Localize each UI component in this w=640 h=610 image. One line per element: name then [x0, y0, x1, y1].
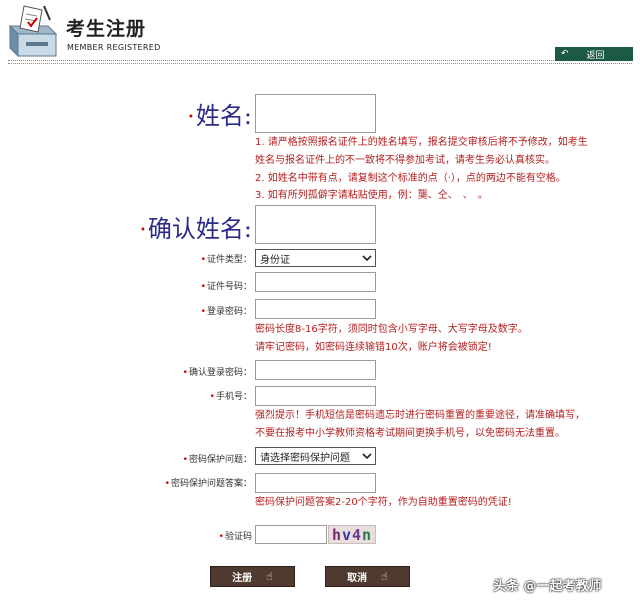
phone-label: •手机号： [209, 392, 252, 402]
required-marker: • [182, 368, 188, 378]
phone-note-line: 强烈提示！手机短信是密码遗忘时进行密码重置的重要途径，请准确填写， [255, 410, 585, 421]
name-note-line: 2. 如姓名中带有点，请复制这个标准的点（·），点的两边不能有空格。 [255, 173, 566, 184]
name-note-line: 姓名与报名证件上的不一致将不得参加考试，请考生务必认真核实。 [255, 155, 555, 166]
required-marker: • [209, 392, 215, 402]
back-button-label: 返回 [586, 50, 605, 61]
confirm-password-label: •确认登录密码： [182, 368, 252, 378]
pointer-hand-icon: ☝ [381, 570, 388, 583]
confirm-password-input[interactable] [255, 360, 376, 380]
required-marker: • [182, 455, 188, 465]
id-number-label: •证件号码： [200, 282, 252, 292]
page-title: 考生注册 [66, 18, 147, 40]
password-input[interactable] [255, 299, 376, 319]
name-note-line: 1. 请严格按照报名证件上的姓名填写，报名提交审核后将不予修改，如考生 [255, 137, 588, 148]
captcha-char: 4 [352, 525, 363, 544]
chevron-down-icon [362, 255, 372, 262]
required-marker: • [200, 282, 206, 292]
name-input[interactable] [255, 94, 376, 133]
id-type-select[interactable]: 身份证 [255, 249, 376, 267]
page-header: 考生注册 MEMBER REGISTERED ↶ 返回 [0, 0, 640, 70]
back-button[interactable]: ↶ 返回 [555, 47, 633, 61]
ballot-box-logo [4, 2, 62, 58]
id-number-input[interactable] [255, 272, 376, 292]
required-marker: • [200, 307, 206, 317]
security-question-select[interactable]: 请选择密码保护问题 [255, 447, 376, 465]
captcha-input[interactable] [255, 525, 327, 544]
captcha-char: v [341, 525, 352, 544]
captcha-image[interactable]: hv4n [328, 525, 376, 544]
name-note-line: 3. 如有所列孤僻字请粘贴使用，例：龑、仝、 、 。 [255, 190, 488, 201]
register-button-label: 注册 [232, 573, 253, 584]
phone-note-line: 不要在报考中小学教师资格考试期间更换手机号，以免密码无法重置。 [255, 428, 565, 439]
required-marker: • [164, 479, 170, 489]
password-label: •登录密码： [200, 307, 252, 317]
chevron-down-icon [362, 453, 372, 460]
phone-input[interactable] [255, 386, 376, 406]
cancel-button[interactable]: 取消 ☝ [325, 566, 410, 587]
cancel-button-label: 取消 [347, 573, 368, 584]
security-answer-label: •密码保护问题答案： [164, 479, 252, 489]
captcha-label: •验证码 [218, 532, 252, 542]
confirm-name-label: •确认姓名: [140, 215, 252, 243]
required-marker: • [140, 225, 146, 236]
required-marker: • [200, 255, 206, 265]
confirm-name-input[interactable] [255, 205, 376, 244]
page-subtitle: MEMBER REGISTERED [67, 43, 161, 52]
security-answer-note: 密码保护问题答案2-20个字符，作为自助重置密码的凭证! [255, 497, 512, 508]
id-type-label: •证件类型： [200, 255, 252, 265]
captcha-char: h [331, 525, 342, 544]
name-label: •姓名: [188, 102, 252, 130]
security-answer-input[interactable] [255, 473, 376, 493]
security-question-label: •密码保护问题： [182, 455, 252, 465]
security-question-selected: 请选择密码保护问题 [260, 452, 350, 464]
watermark-text: 头条 @一起考教师 [493, 579, 602, 594]
return-arrow-icon: ↶ [561, 49, 569, 59]
pointer-hand-icon: ☝ [266, 570, 273, 583]
register-button[interactable]: 注册 ☝ [210, 566, 295, 587]
id-type-selected: 身份证 [260, 254, 290, 266]
required-marker: • [188, 112, 194, 123]
required-marker: • [218, 532, 224, 542]
password-note-line: 密码长度8-16字符，须同时包含小写字母、大写字母及数字。 [255, 324, 528, 335]
captcha-char: n [362, 525, 373, 544]
header-divider [8, 60, 632, 64]
password-note-line: 请牢记密码，如密码连续输错10次，账户将会被锁定! [255, 342, 492, 353]
